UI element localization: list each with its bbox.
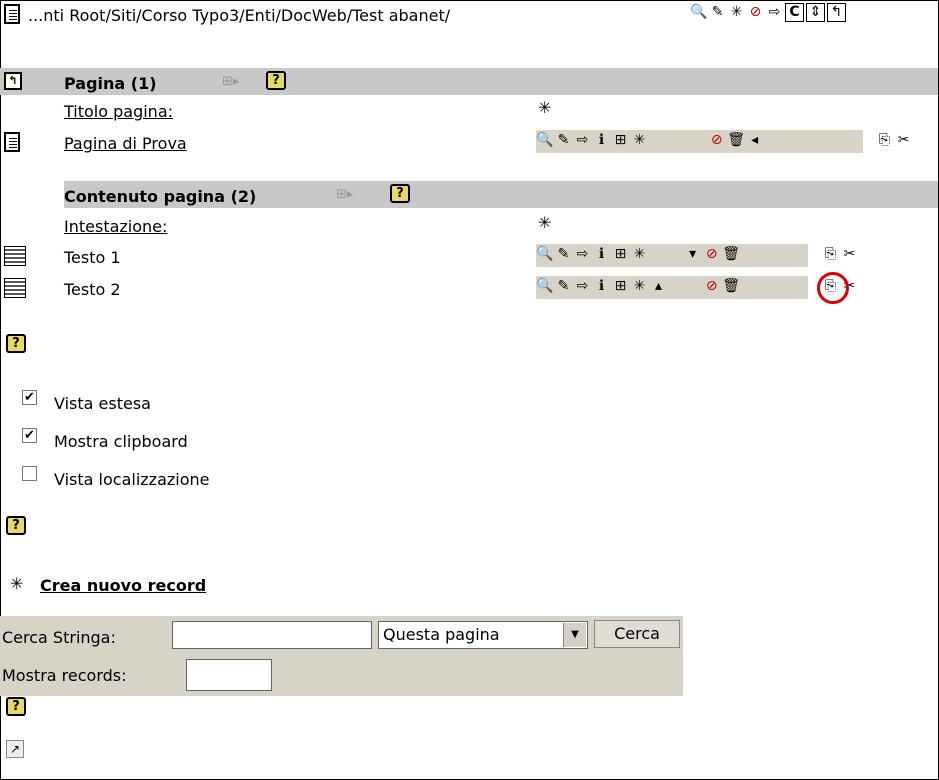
view-icon[interactable]: ✎: [555, 132, 572, 149]
page-row-actions: 🔍 ✎ ⇨ ℹ ⊞ ✳ ⊘ 🗑 ◂: [536, 130, 863, 153]
checkbox-label: Vista estesa: [54, 394, 151, 413]
checkbox-show-clipboard[interactable]: ✔: [22, 428, 37, 443]
help-icon[interactable]: ?: [6, 334, 26, 353]
move-icon[interactable]: ⇨: [574, 132, 591, 149]
history-icon[interactable]: ⊞: [612, 132, 629, 149]
help-icon[interactable]: ?: [390, 184, 410, 203]
page-up-icon: ↰: [4, 72, 22, 90]
create-new-record-link[interactable]: Crea nuovo record: [40, 576, 206, 595]
cut-icon[interactable]: ✂: [895, 132, 912, 149]
copy-icon[interactable]: ⎘: [822, 246, 839, 263]
move-up-icon[interactable]: ▴: [650, 278, 667, 295]
hide-icon[interactable]: ⊘: [703, 278, 720, 295]
new-record-icon[interactable]: ✳: [10, 574, 23, 593]
search-button[interactable]: Cerca: [594, 620, 680, 648]
page-section-title: Pagina (1): [64, 74, 157, 93]
records-input[interactable]: [186, 659, 272, 691]
page-icon: [4, 132, 20, 152]
new-record-icon[interactable]: ✳: [631, 278, 648, 295]
help-icon[interactable]: ?: [266, 71, 286, 90]
scope-value: Questa pagina: [383, 625, 500, 644]
cut-icon[interactable]: ✂: [841, 246, 858, 263]
help-icon[interactable]: ?: [6, 697, 26, 716]
view-icon[interactable]: ✎: [709, 4, 726, 21]
records-label: Mostra records:: [2, 666, 127, 685]
search-label: Cerca Stringa:: [2, 628, 116, 647]
help-icon[interactable]: ?: [6, 516, 26, 535]
content-row-actions: 🔍 ✎ ⇨ ℹ ⊞ ✳ ▴ ⊘ 🗑: [536, 276, 808, 299]
chevron-down-icon[interactable]: ▼: [563, 623, 586, 647]
view-icon[interactable]: ✎: [555, 246, 572, 263]
checkbox-label: Vista localizzazione: [54, 470, 210, 489]
expand-icon[interactable]: ⊞▸: [222, 74, 239, 89]
page-row-title[interactable]: Pagina di Prova: [64, 134, 187, 153]
header-column-label[interactable]: Intestazione:: [64, 217, 167, 236]
scope-select[interactable]: Questa pagina ▼: [378, 621, 588, 649]
checkbox-label: Mostra clipboard: [54, 432, 188, 451]
content-section-title: Contenuto pagina (2): [64, 187, 257, 206]
move-left-icon[interactable]: ◂: [746, 132, 763, 149]
content-row-actions: 🔍 ✎ ⇨ ℹ ⊞ ✳ ▾ ⊘ 🗑: [536, 244, 808, 267]
view-icon[interactable]: ✎: [555, 278, 572, 295]
content-row-title: Testo 1: [64, 248, 121, 267]
sort-icon[interactable]: ⇕: [806, 3, 825, 22]
info-icon[interactable]: ℹ: [593, 132, 610, 149]
new-content-icon[interactable]: ✳: [538, 213, 551, 232]
delete-icon[interactable]: 🗑: [727, 132, 745, 149]
new-record-icon[interactable]: ✳: [728, 4, 745, 21]
zoom-icon[interactable]: 🔍: [536, 132, 553, 149]
text-image-icon: [4, 246, 26, 266]
open-in-new-window-icon[interactable]: ↗: [6, 740, 24, 758]
page-icon: [4, 4, 20, 24]
page-title-column-label[interactable]: Titolo pagina:: [64, 102, 173, 121]
history-icon[interactable]: ⊞: [612, 278, 629, 295]
path-toolbar: 🔍 ✎ ✳ ⊘ ⇨ C ⇕ ↰: [690, 2, 848, 24]
history-icon[interactable]: ⊞: [612, 246, 629, 263]
move-icon[interactable]: ⇨: [574, 246, 591, 263]
checkbox-extended-view[interactable]: ✔: [22, 390, 37, 405]
move-down-icon[interactable]: ▾: [684, 246, 701, 263]
content-row-clip: ⎘ ✂: [822, 244, 860, 263]
expand-icon[interactable]: ⊞▸: [336, 187, 353, 202]
hide-icon[interactable]: ⊘: [703, 246, 720, 263]
text-icon: [4, 278, 26, 298]
zoom-icon[interactable]: 🔍: [536, 278, 553, 295]
path-text: ...nti Root/Siti/Corso Typo3/Enti/DocWeb…: [28, 6, 451, 25]
move-icon[interactable]: ⇨: [574, 278, 591, 295]
new-record-icon[interactable]: ✳: [631, 246, 648, 263]
edit-icon[interactable]: ⊘: [747, 4, 764, 21]
info-icon[interactable]: ℹ: [593, 246, 610, 263]
new-record-icon[interactable]: ✳: [631, 132, 648, 149]
highlight-circle: [817, 272, 849, 304]
new-page-icon[interactable]: ✳: [538, 98, 551, 117]
page-row-clip: ⎘ ✂: [876, 130, 914, 149]
info-icon[interactable]: ℹ: [593, 278, 610, 295]
up-icon[interactable]: ↰: [827, 3, 846, 22]
hide-icon[interactable]: ⊘: [708, 132, 725, 149]
content-row-title: Testo 2: [64, 280, 121, 299]
clipboard-icon[interactable]: C: [785, 3, 804, 22]
delete-icon[interactable]: 🗑: [722, 246, 740, 263]
search-input[interactable]: [172, 621, 372, 649]
zoom-icon[interactable]: 🔍: [536, 246, 553, 263]
move-icon[interactable]: ⇨: [766, 4, 783, 21]
zoom-icon[interactable]: 🔍: [690, 4, 707, 21]
checkbox-localization-view[interactable]: [22, 466, 37, 481]
copy-icon[interactable]: ⎘: [876, 132, 893, 149]
delete-icon[interactable]: 🗑: [722, 278, 740, 295]
